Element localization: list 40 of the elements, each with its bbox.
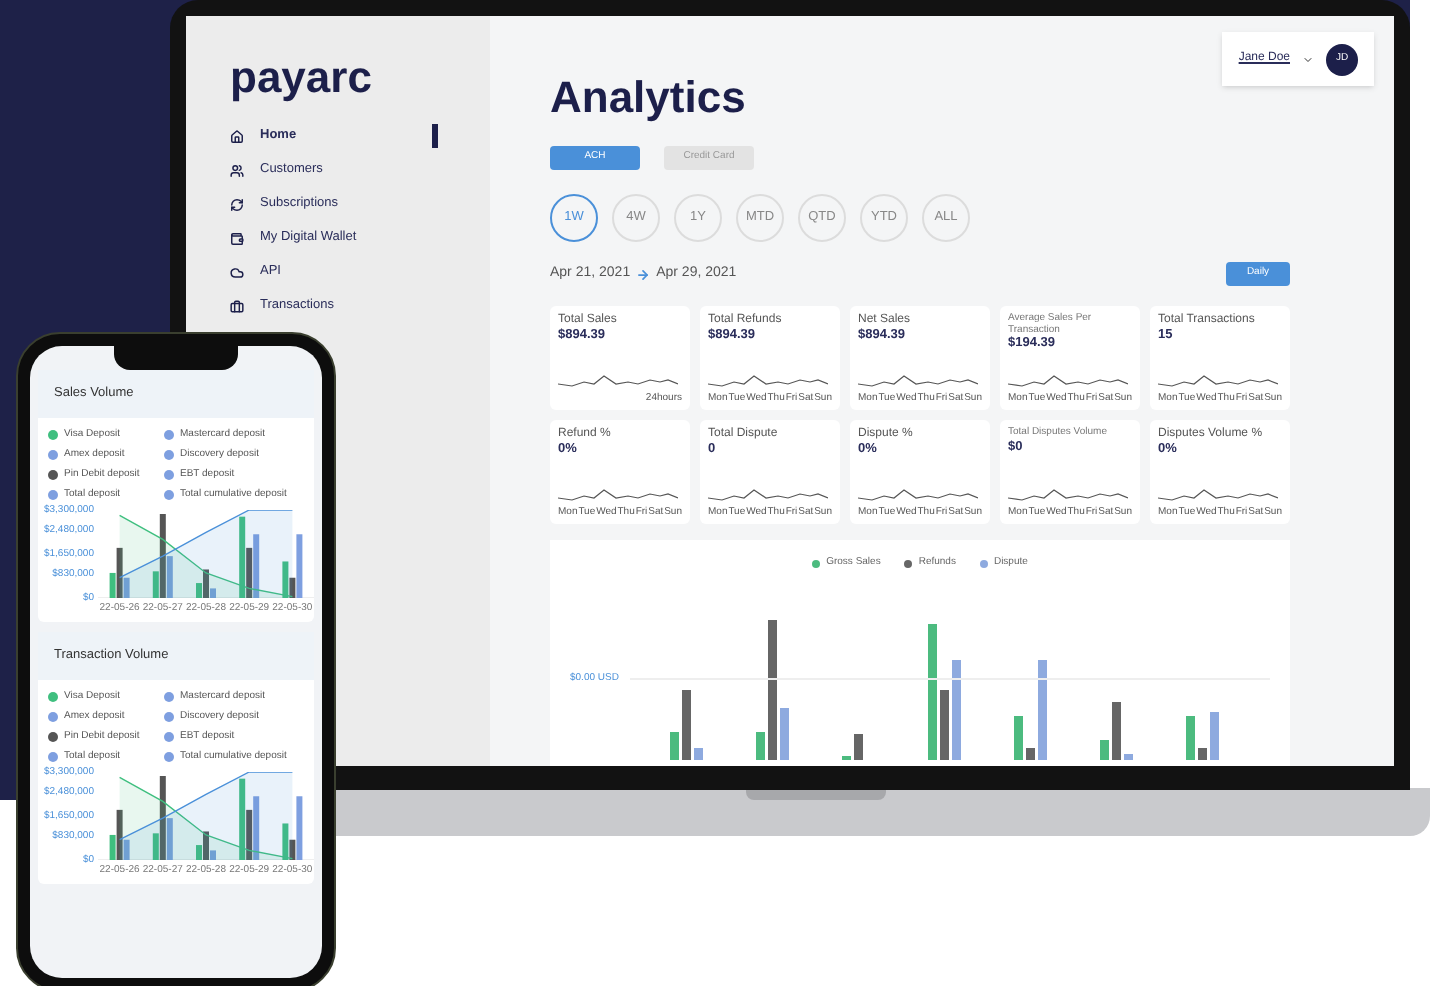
chart-bar — [1014, 715, 1023, 759]
sparkline — [708, 488, 828, 504]
chart-bar — [682, 689, 691, 759]
chart-bar — [1198, 747, 1207, 759]
home-icon — [230, 129, 244, 143]
sparkline — [858, 488, 978, 504]
chart-bar — [1100, 739, 1109, 759]
arrow-right-icon — [636, 267, 651, 281]
briefcase-icon — [230, 299, 244, 313]
chart-bar — [928, 623, 937, 759]
chart-bar — [854, 733, 863, 759]
chart-bar — [1210, 711, 1219, 759]
cloud-icon — [230, 265, 244, 279]
caret-icon — [1302, 53, 1314, 65]
sparkline — [1158, 374, 1278, 390]
sparkline — [1008, 488, 1128, 504]
sparkline — [858, 374, 978, 390]
chart-bar — [940, 689, 949, 759]
sparkline — [1158, 488, 1278, 504]
sparkline — [558, 488, 678, 504]
chart-bar — [1112, 701, 1121, 759]
logo: payarc — [230, 52, 374, 104]
refresh-icon — [230, 197, 244, 211]
chart-bar — [768, 619, 777, 759]
wallet-icon — [230, 231, 244, 245]
sparkline — [1008, 374, 1128, 390]
chart-bar — [1186, 715, 1195, 759]
page-title: Analytics — [550, 74, 748, 122]
sparkline — [708, 374, 828, 390]
users-icon — [230, 163, 244, 177]
sparkline — [558, 374, 678, 390]
phone-notch — [114, 346, 238, 370]
chart-bar — [1124, 753, 1133, 759]
chart-bar — [1038, 659, 1047, 759]
chart-bar — [694, 747, 703, 759]
chart-bar — [952, 659, 961, 759]
chart-bar — [1026, 747, 1035, 759]
chart-bar — [780, 707, 789, 759]
chart-bar — [670, 731, 679, 759]
chart-bar — [756, 731, 765, 759]
